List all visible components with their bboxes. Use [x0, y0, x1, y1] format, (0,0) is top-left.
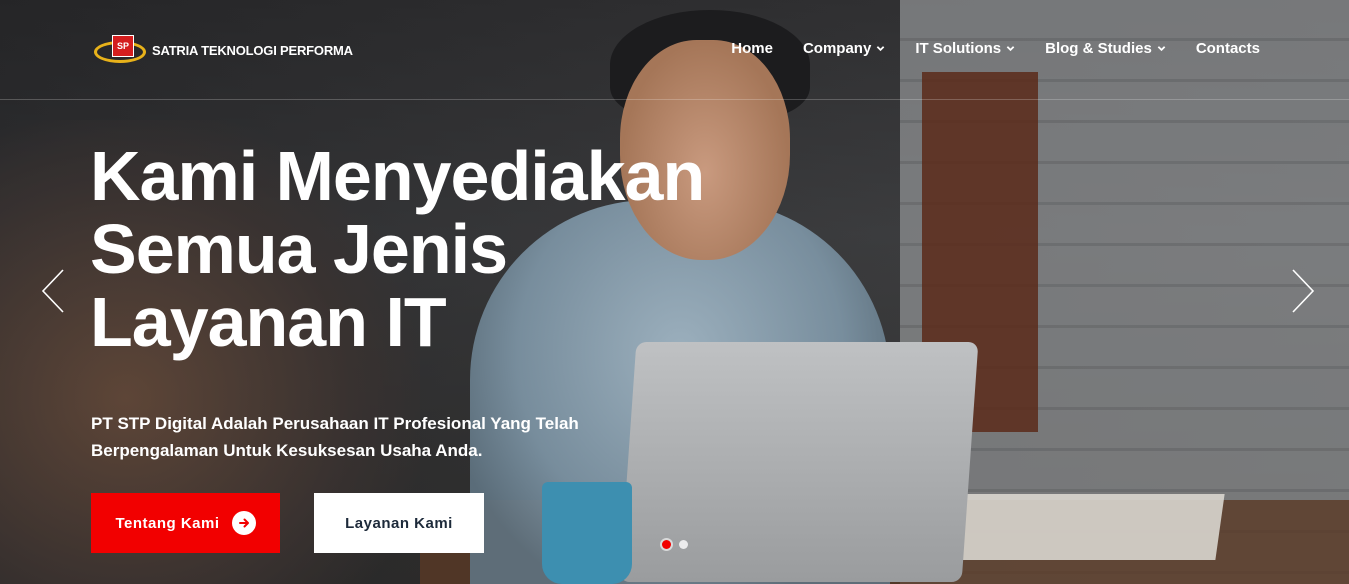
- chevron-left-icon: [41, 269, 64, 313]
- about-us-button[interactable]: Tentang Kami: [91, 493, 280, 553]
- nav-item-company[interactable]: Company: [803, 40, 885, 57]
- about-us-button-label: Tentang Kami: [115, 514, 220, 532]
- hero-subtitle: PT STP Digital Adalah Perusahaan IT Prof…: [91, 410, 611, 464]
- logo-initials: SP: [112, 35, 134, 57]
- chevron-right-icon: [1292, 269, 1315, 313]
- hero-subtitle-line: Berpengalaman Untuk Kesuksesan Usaha And…: [91, 441, 483, 460]
- hero-title-line: Kami Menyediakan: [90, 137, 705, 215]
- background-mug: [542, 482, 632, 584]
- nav-item-label: Blog & Studies: [1045, 40, 1152, 57]
- slider-dot[interactable]: [662, 540, 671, 549]
- slider-next-button[interactable]: [1291, 268, 1315, 314]
- main-nav: Home Company IT Solutions Blog & Studies…: [731, 40, 1260, 57]
- site-logo[interactable]: SP SATRIA TEKNOLOGI PERFORMA: [94, 35, 353, 65]
- nav-item-label: Contacts: [1195, 40, 1260, 57]
- hero-title-line: Semua Jenis: [90, 210, 508, 288]
- nav-item-blog-studies[interactable]: Blog & Studies: [1045, 40, 1166, 57]
- slider-pagination: [662, 540, 688, 549]
- background-papers: [950, 494, 1225, 560]
- hero-slider: SP SATRIA TEKNOLOGI PERFORMA Home Compan…: [0, 0, 1349, 584]
- arrow-right-icon: [231, 511, 256, 535]
- hero-title-line: Layanan IT: [90, 283, 447, 361]
- nav-item-label: Company: [802, 40, 872, 57]
- nav-item-it-solutions[interactable]: IT Solutions: [915, 40, 1015, 57]
- chevron-down-icon: [1157, 46, 1166, 52]
- site-header: SP SATRIA TEKNOLOGI PERFORMA Home Compan…: [0, 0, 1349, 100]
- nav-item-label: Home: [731, 40, 773, 57]
- logo-icon: SP: [94, 35, 146, 65]
- slider-dot[interactable]: [679, 540, 688, 549]
- brand-name: SATRIA TEKNOLOGI PERFORMA: [152, 42, 353, 58]
- hero-subtitle-line: PT STP Digital Adalah Perusahaan IT Prof…: [91, 414, 579, 433]
- nav-item-contacts[interactable]: Contacts: [1196, 40, 1260, 57]
- chevron-down-icon: [877, 46, 885, 52]
- our-services-button-label: Layanan Kami: [345, 514, 453, 532]
- slider-prev-button[interactable]: [41, 268, 65, 314]
- chevron-down-icon: [1006, 46, 1015, 52]
- hero-title: Kami Menyediakan Semua Jenis Layanan IT: [90, 140, 770, 359]
- nav-item-home[interactable]: Home: [731, 40, 773, 57]
- nav-item-label: IT Solutions: [915, 40, 1002, 57]
- our-services-button[interactable]: Layanan Kami: [314, 493, 484, 553]
